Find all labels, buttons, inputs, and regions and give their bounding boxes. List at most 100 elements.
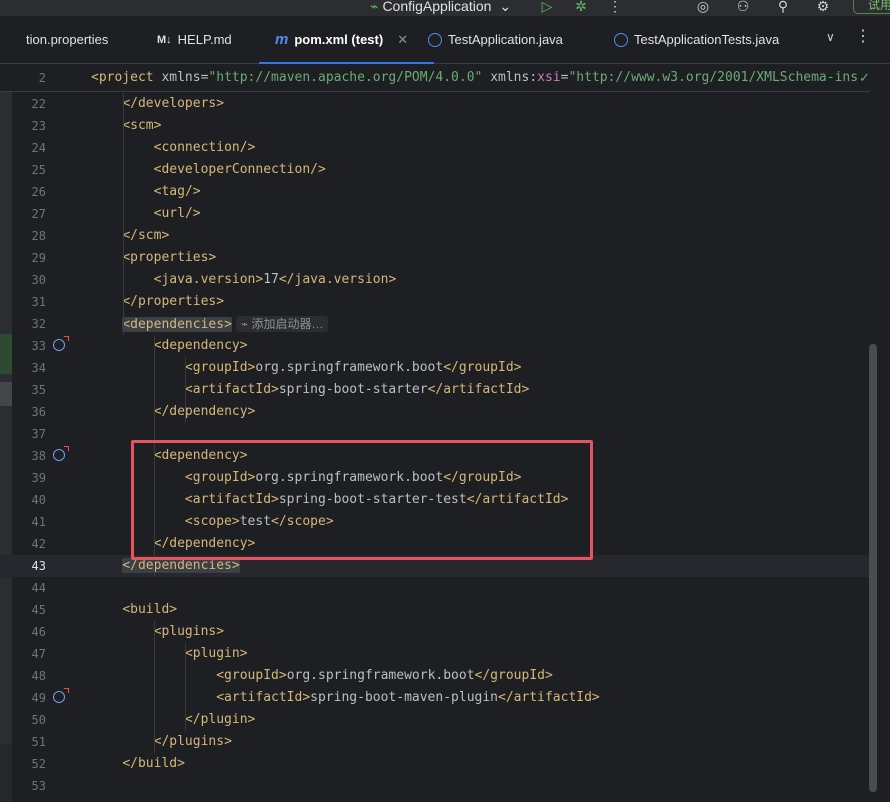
more-vertical-icon[interactable]: ⋮: [855, 26, 871, 46]
code-editor[interactable]: 22 </developers> 23 <scm> 24 <connection/>…: [0, 64, 890, 802]
indent-guide: [185, 643, 186, 731]
chevron-down-icon[interactable]: ∨: [826, 30, 835, 44]
sticky-header-line: 2 <project xmlns="http://maven.apache.or…: [0, 64, 870, 92]
editor-tab-bar: tion.properties M↓ HELP.md m pom.xml (te…: [0, 16, 890, 64]
line-number: 34: [31, 361, 46, 375]
line-number: 31: [31, 295, 46, 309]
java-class-icon: [614, 32, 628, 47]
code-line[interactable]: 28 </scm>: [0, 225, 870, 247]
code-text: <scm>: [122, 118, 162, 133]
code-line[interactable]: 51 </plugins>: [0, 731, 870, 753]
code-text: <java.version>17</java.version>: [153, 272, 397, 287]
run-config-label: ConfigApplication: [382, 0, 492, 14]
line-number: 33: [31, 339, 46, 353]
code-line[interactable]: 49 <artifactId>spring-boot-maven-plugin<…: [0, 687, 870, 709]
code-line[interactable]: 22 </developers>: [0, 93, 870, 115]
code-text: <groupId>org.springframework.boot</group…: [216, 668, 553, 683]
code-text: </plugin>: [184, 712, 256, 727]
tab-test-application[interactable]: TestApplication.java: [428, 16, 563, 63]
code-text: <groupId>org.springframework.boot</group…: [184, 360, 522, 375]
sticky-code: <project xmlns="http://maven.apache.org/…: [91, 70, 859, 85]
run-configuration-selector[interactable]: ⌁ ConfigApplication ⌄: [370, 0, 511, 16]
run-icon[interactable]: ▷: [537, 0, 557, 16]
java-class-icon: [428, 32, 442, 47]
debug-icon[interactable]: ✲: [571, 0, 591, 16]
tab-pom-xml[interactable]: m pom.xml (test) ✕: [258, 16, 435, 64]
run-config-icon: ⌁: [370, 0, 379, 14]
code-text: </build>: [122, 756, 185, 771]
code-line[interactable]: 31 </properties>: [0, 291, 870, 313]
code-line[interactable]: 30 <java.version>17</java.version>: [0, 269, 870, 291]
code-line[interactable]: 23 <scm>: [0, 115, 870, 137]
more-actions-icon[interactable]: ⋮: [605, 0, 625, 16]
tab-label: pom.xml (test): [294, 32, 384, 47]
settings-gear-icon[interactable]: ⚙: [813, 0, 833, 16]
highlight-annotation-box: [131, 440, 593, 560]
line-number: 50: [31, 713, 46, 727]
code-line[interactable]: 24 <connection/>: [0, 137, 870, 159]
code-line[interactable]: 35 <artifactId>spring-boot-starter</arti…: [0, 379, 870, 401]
tab-test-application-tests[interactable]: TestApplicationTests.java: [614, 16, 779, 63]
line-number: 25: [31, 163, 46, 177]
add-starter-hint[interactable]: ⌁ 添加启动器…: [235, 316, 329, 332]
line-number: 43: [31, 559, 46, 573]
tab-help-md[interactable]: M↓ HELP.md: [157, 16, 232, 63]
code-line[interactable]: 32 <dependencies> ⌁ 添加启动器…: [0, 313, 870, 335]
ai-assistant-icon[interactable]: ◎: [693, 0, 713, 16]
line-number: 51: [31, 735, 46, 749]
tab-label: TestApplication.java: [448, 32, 563, 47]
code-line[interactable]: 26 <tag/>: [0, 181, 870, 203]
code-line[interactable]: 44: [0, 577, 870, 599]
chevron-down-icon: ⌄: [499, 0, 512, 14]
code-line[interactable]: 33 <dependency>: [0, 335, 870, 357]
code-line[interactable]: 25 <developerConnection/>: [0, 159, 870, 181]
line-number: 53: [31, 779, 46, 793]
tab-label: tion.properties: [26, 32, 109, 47]
code-line[interactable]: 52 </build>: [0, 753, 870, 775]
line-number: 42: [31, 537, 46, 551]
code-line[interactable]: 48 <groupId>org.springframework.boot</gr…: [0, 665, 870, 687]
line-number: 26: [31, 185, 46, 199]
line-number: 23: [31, 119, 46, 133]
line-number: 49: [31, 691, 46, 705]
vertical-scrollbar[interactable]: [869, 344, 877, 792]
spring-bean-icon[interactable]: [53, 446, 69, 461]
line-number: 46: [31, 625, 46, 639]
line-number: 45: [31, 603, 46, 617]
code-line[interactable]: 45 <build>: [0, 599, 870, 621]
line-number: 38: [31, 449, 46, 463]
code-line[interactable]: 29 <properties>: [0, 247, 870, 269]
spring-bean-icon[interactable]: [53, 688, 69, 703]
code-text: <plugin>: [184, 646, 248, 661]
code-line[interactable]: 36 </dependency>: [0, 401, 870, 423]
line-number: 36: [31, 405, 46, 419]
code-line[interactable]: 47 <plugin>: [0, 643, 870, 665]
code-line[interactable]: 46 <plugins>: [0, 621, 870, 643]
close-icon[interactable]: ✕: [397, 32, 408, 48]
code-line[interactable]: 34 <groupId>org.springframework.boot</gr…: [0, 357, 870, 379]
markdown-icon: M↓: [157, 33, 172, 46]
tab-label: HELP.md: [177, 32, 232, 47]
code-line[interactable]: 50 </plugin>: [0, 709, 870, 731]
spring-bean-icon[interactable]: [53, 336, 69, 351]
code-text: <dependency>: [153, 338, 248, 353]
code-text: <developerConnection/>: [153, 162, 326, 177]
line-number: 47: [31, 647, 46, 661]
trial-button[interactable]: 试用: [853, 0, 890, 14]
line-number: 28: [31, 229, 46, 243]
code-line[interactable]: 53: [0, 775, 870, 797]
line-number: 22: [31, 97, 46, 111]
line-number: 39: [31, 471, 46, 485]
search-icon[interactable]: ⚲: [773, 0, 793, 16]
add-user-icon[interactable]: ⚇: [733, 0, 753, 16]
tab-properties[interactable]: tion.properties: [26, 16, 108, 63]
checkmark-icon: ✓: [859, 70, 870, 85]
line-number: 40: [31, 493, 46, 507]
code-line[interactable]: 27 <url/>: [0, 203, 870, 225]
line-number: 52: [31, 757, 46, 771]
code-text: </dependency>: [153, 404, 256, 419]
code-text: <build>: [122, 602, 178, 617]
code-text: <properties>: [122, 250, 217, 265]
line-number: 41: [31, 515, 46, 529]
code-text: <url/>: [153, 206, 201, 221]
